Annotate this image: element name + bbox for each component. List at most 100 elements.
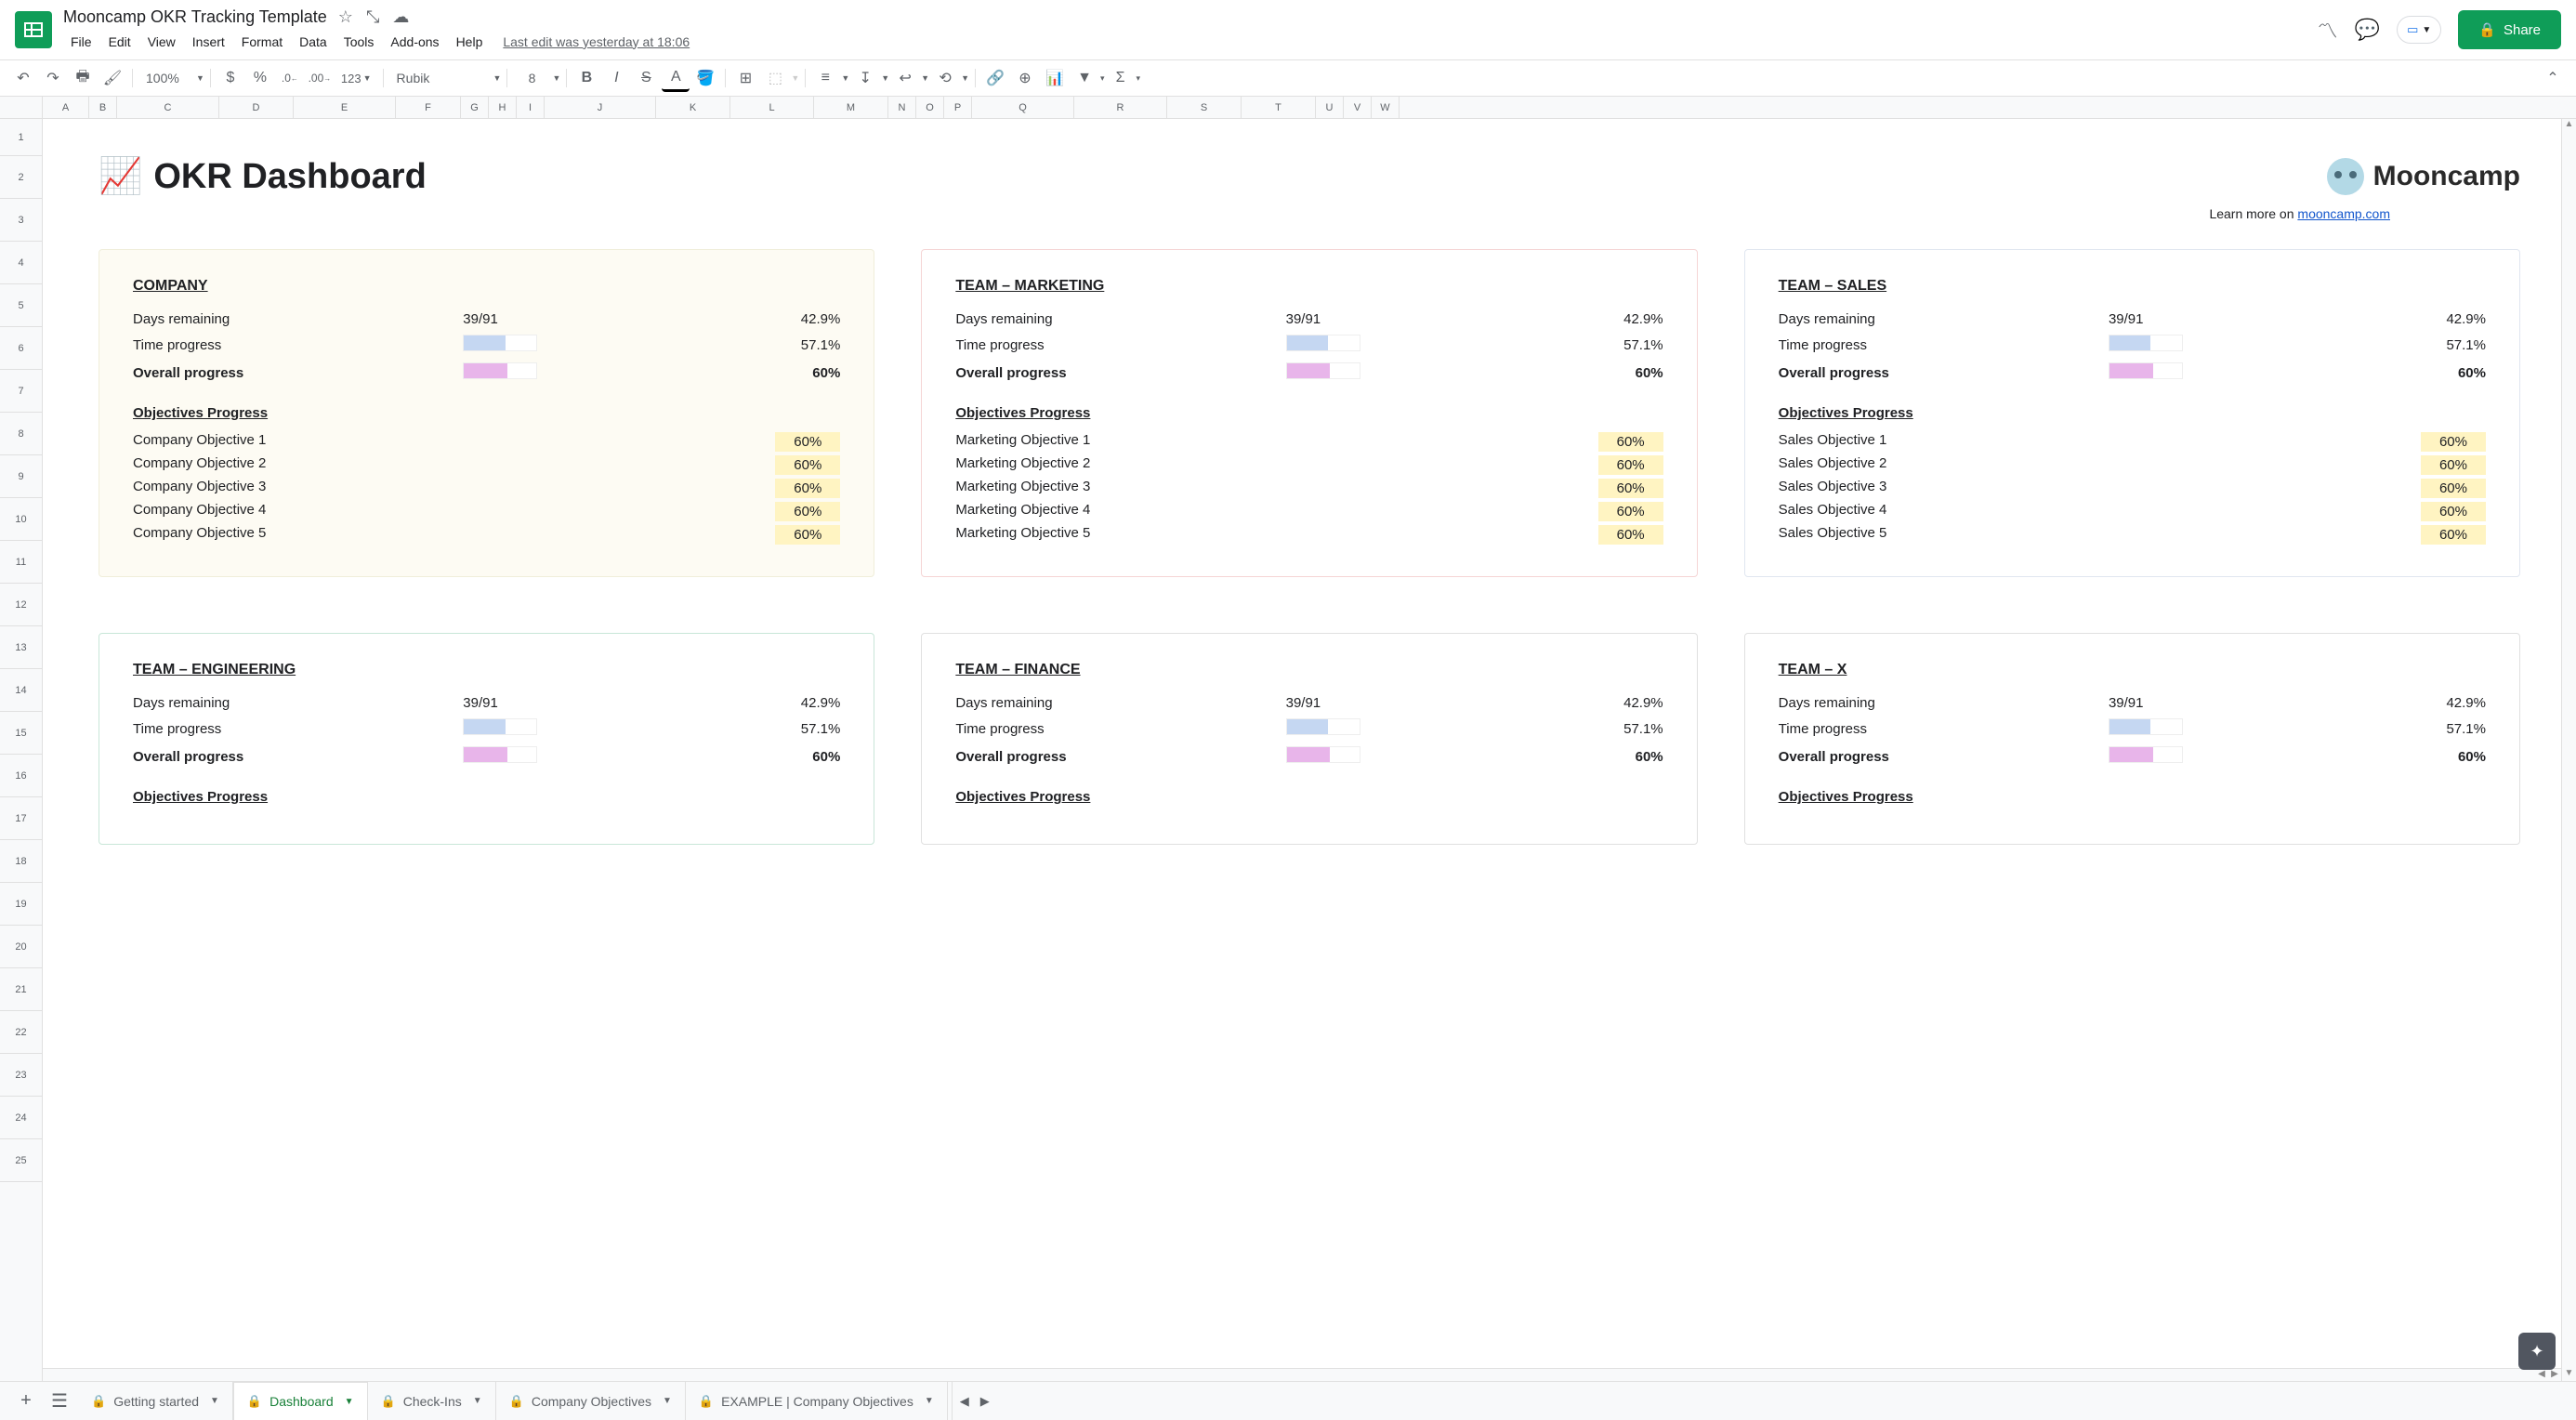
number-format-button[interactable]: 123▼ [335,64,377,92]
sheets-logo[interactable] [15,11,52,48]
row-header-6[interactable]: 6 [0,327,42,370]
column-header-J[interactable]: J [545,97,656,118]
rotate-button[interactable]: ⟲ [931,64,959,92]
functions-button[interactable]: Σ [1107,64,1135,92]
column-header-R[interactable]: R [1074,97,1167,118]
chart-button[interactable]: 📊 [1041,64,1069,92]
column-header-O[interactable]: O [916,97,944,118]
row-header-22[interactable]: 22 [0,1011,42,1054]
cloud-icon[interactable]: ☁ [392,7,409,27]
redo-button[interactable]: ↷ [39,64,67,92]
row-header-20[interactable]: 20 [0,926,42,968]
row-header-25[interactable]: 25 [0,1139,42,1182]
menu-edit[interactable]: Edit [101,31,138,53]
column-header-Q[interactable]: Q [972,97,1074,118]
row-header-10[interactable]: 10 [0,498,42,541]
select-all-cell[interactable] [0,97,43,118]
text-color-button[interactable]: A [662,64,690,92]
activity-icon[interactable]: 〽 [2318,15,2338,45]
row-header-1[interactable]: 1 [0,119,42,156]
tab-scroll-right-icon[interactable]: ▶ [980,1394,990,1409]
row-header-11[interactable]: 11 [0,541,42,584]
row-header-21[interactable]: 21 [0,968,42,1011]
collapse-toolbar-button[interactable]: ⌃ [2539,64,2567,92]
paint-format-button[interactable]: 🖌 [99,64,126,92]
row-header-24[interactable]: 24 [0,1097,42,1139]
column-header-C[interactable]: C [117,97,219,118]
mooncamp-link[interactable]: mooncamp.com [2297,206,2390,221]
column-header-G[interactable]: G [461,97,489,118]
tab-check-ins[interactable]: 🔒 Check-Ins ▼ [368,1382,496,1420]
undo-button[interactable]: ↶ [9,64,37,92]
move-icon[interactable]: ⤡ [366,7,379,27]
scroll-left-icon[interactable]: ◀ [2535,1369,2548,1382]
row-header-23[interactable]: 23 [0,1054,42,1097]
link-button[interactable]: 🔗 [981,64,1009,92]
zoom-select[interactable] [138,67,194,89]
column-header-M[interactable]: M [814,97,888,118]
column-header-A[interactable]: A [43,97,89,118]
vertical-scrollbar[interactable]: ▲ ▼ [2561,119,2576,1381]
borders-button[interactable]: ⊞ [731,64,759,92]
column-header-W[interactable]: W [1372,97,1400,118]
wrap-button[interactable]: ↩ [891,64,919,92]
row-header-19[interactable]: 19 [0,883,42,926]
decrease-decimal-button[interactable]: .0← [276,64,304,92]
document-title[interactable]: Mooncamp OKR Tracking Template [63,7,327,27]
row-header-8[interactable]: 8 [0,413,42,455]
last-edit-text[interactable]: Last edit was yesterday at 18:06 [503,34,690,49]
percent-button[interactable]: % [246,64,274,92]
scroll-down-icon[interactable]: ▼ [2562,1368,2576,1381]
currency-button[interactable]: $ [217,64,244,92]
column-header-L[interactable]: L [730,97,814,118]
menu-tools[interactable]: Tools [336,31,382,53]
column-header-U[interactable]: U [1316,97,1344,118]
row-header-9[interactable]: 9 [0,455,42,498]
tab-example-company-objectives[interactable]: 🔒 EXAMPLE | Company Objectives ▼ [686,1382,948,1420]
tab-scroll-left-icon[interactable]: ◀ [960,1394,969,1409]
row-header-7[interactable]: 7 [0,370,42,413]
increase-decimal-button[interactable]: .00→ [306,64,334,92]
tab-dashboard[interactable]: 🔒 Dashboard ▼ [233,1382,368,1420]
add-sheet-button[interactable]: + [11,1387,41,1416]
row-header-4[interactable]: 4 [0,242,42,284]
column-header-E[interactable]: E [294,97,396,118]
column-header-S[interactable]: S [1167,97,1242,118]
present-button[interactable]: ▭ ▼ [2397,16,2441,44]
print-button[interactable]: 🖶 [69,64,97,92]
menu-data[interactable]: Data [292,31,335,53]
column-header-D[interactable]: D [219,97,294,118]
row-header-15[interactable]: 15 [0,712,42,755]
sheet-content[interactable]: 📈 OKR Dashboard Mooncamp Learn more on m… [43,119,2576,1381]
row-header-5[interactable]: 5 [0,284,42,327]
font-select[interactable] [389,67,492,89]
filter-button[interactable]: ▼ [1071,64,1098,92]
column-header-B[interactable]: B [89,97,117,118]
row-header-12[interactable]: 12 [0,584,42,626]
row-header-13[interactable]: 13 [0,626,42,669]
h-align-button[interactable]: ≡ [811,64,839,92]
horizontal-scrollbar[interactable]: ◀ ▶ [43,1368,2561,1381]
scroll-up-icon[interactable]: ▲ [2562,119,2576,132]
column-header-P[interactable]: P [944,97,972,118]
tab-getting-started[interactable]: 🔒 Getting started ▼ [78,1382,233,1420]
scroll-right-icon[interactable]: ▶ [2548,1369,2561,1382]
bold-button[interactable]: B [572,64,600,92]
menu-file[interactable]: File [63,31,99,53]
column-header-V[interactable]: V [1344,97,1372,118]
column-header-H[interactable]: H [489,97,517,118]
menu-help[interactable]: Help [449,31,491,53]
row-header-14[interactable]: 14 [0,669,42,712]
row-header-16[interactable]: 16 [0,755,42,797]
font-size-select[interactable] [513,67,550,89]
merge-button[interactable]: ⬚ [761,64,789,92]
menu-format[interactable]: Format [234,31,290,53]
comments-icon[interactable]: 💬 [2355,18,2380,42]
tab-company-objectives[interactable]: 🔒 Company Objectives ▼ [496,1382,686,1420]
column-header-I[interactable]: I [517,97,545,118]
italic-button[interactable]: I [602,64,630,92]
share-button[interactable]: 🔒 Share [2458,10,2561,49]
comment-button[interactable]: ⊕ [1011,64,1039,92]
star-icon[interactable]: ☆ [338,7,353,27]
v-align-button[interactable]: ↧ [851,64,879,92]
